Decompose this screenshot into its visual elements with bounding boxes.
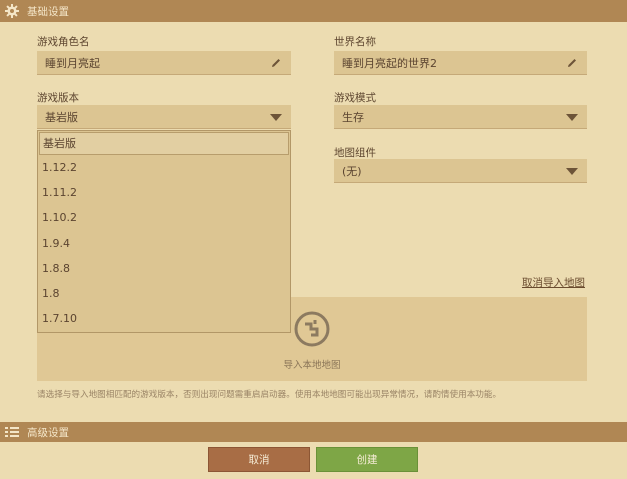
world-name-field[interactable]: 睡到月亮起的世界2 [334, 51, 587, 75]
map-component-value: (无) [342, 164, 362, 178]
advanced-settings-title: 高级设置 [27, 426, 69, 439]
game-mode-value: 生存 [342, 110, 364, 124]
version-option[interactable]: 1.11.2 [38, 180, 290, 205]
basic-settings-header: 基础设置 [0, 0, 627, 22]
map-component-label: 地图组件 [334, 147, 376, 159]
game-mode-select[interactable]: 生存 [334, 105, 587, 129]
version-option[interactable]: 1.10.2 [38, 205, 290, 230]
world-name-value: 睡到月亮起的世界2 [342, 56, 437, 70]
map-component-select[interactable]: (无) [334, 159, 587, 183]
create-button[interactable]: 创建 [316, 447, 418, 472]
version-option[interactable]: 1.7.10 [38, 306, 290, 331]
import-hint-text: 请选择与导入地图相匹配的游戏版本，否则出现问题需重启启动器。使用本地地图可能出现… [37, 390, 502, 400]
version-option[interactable]: 1.8.8 [38, 256, 290, 281]
player-name-field[interactable]: 睡到月亮起 [37, 51, 291, 75]
game-mode-label: 游戏模式 [334, 92, 376, 104]
dropdown-arrow-icon[interactable] [565, 110, 579, 124]
version-option[interactable]: 基岩版 [39, 132, 289, 155]
game-version-dropdown: 基岩版 1.12.2 1.11.2 1.10.2 1.9.4 1.8.8 1.8… [37, 130, 291, 333]
pencil-icon[interactable] [269, 56, 283, 70]
player-name-label: 游戏角色名 [37, 36, 90, 48]
import-map-label: 导入本地地图 [283, 360, 341, 371]
version-option[interactable]: 1.8 [38, 281, 290, 306]
list-icon [3, 423, 21, 441]
dropdown-arrow-icon[interactable] [269, 110, 283, 124]
game-version-select[interactable]: 基岩版 [37, 105, 291, 129]
cancel-import-link[interactable]: 取消导入地图 [522, 275, 585, 290]
player-name-value: 睡到月亮起 [45, 56, 100, 70]
gear-icon [3, 2, 21, 20]
version-option[interactable]: 1.9.4 [38, 231, 290, 256]
dropdown-arrow-icon[interactable] [565, 164, 579, 178]
advanced-settings-header[interactable]: 高级设置 [0, 422, 627, 442]
basic-settings-title: 基础设置 [27, 5, 69, 18]
cancel-button[interactable]: 取消 [208, 447, 310, 472]
pencil-icon[interactable] [565, 56, 579, 70]
game-version-value: 基岩版 [45, 110, 78, 124]
world-name-label: 世界名称 [334, 36, 376, 48]
version-option[interactable]: 1.12.2 [38, 155, 290, 180]
import-map-icon [291, 310, 333, 351]
game-version-label: 游戏版本 [37, 92, 79, 104]
